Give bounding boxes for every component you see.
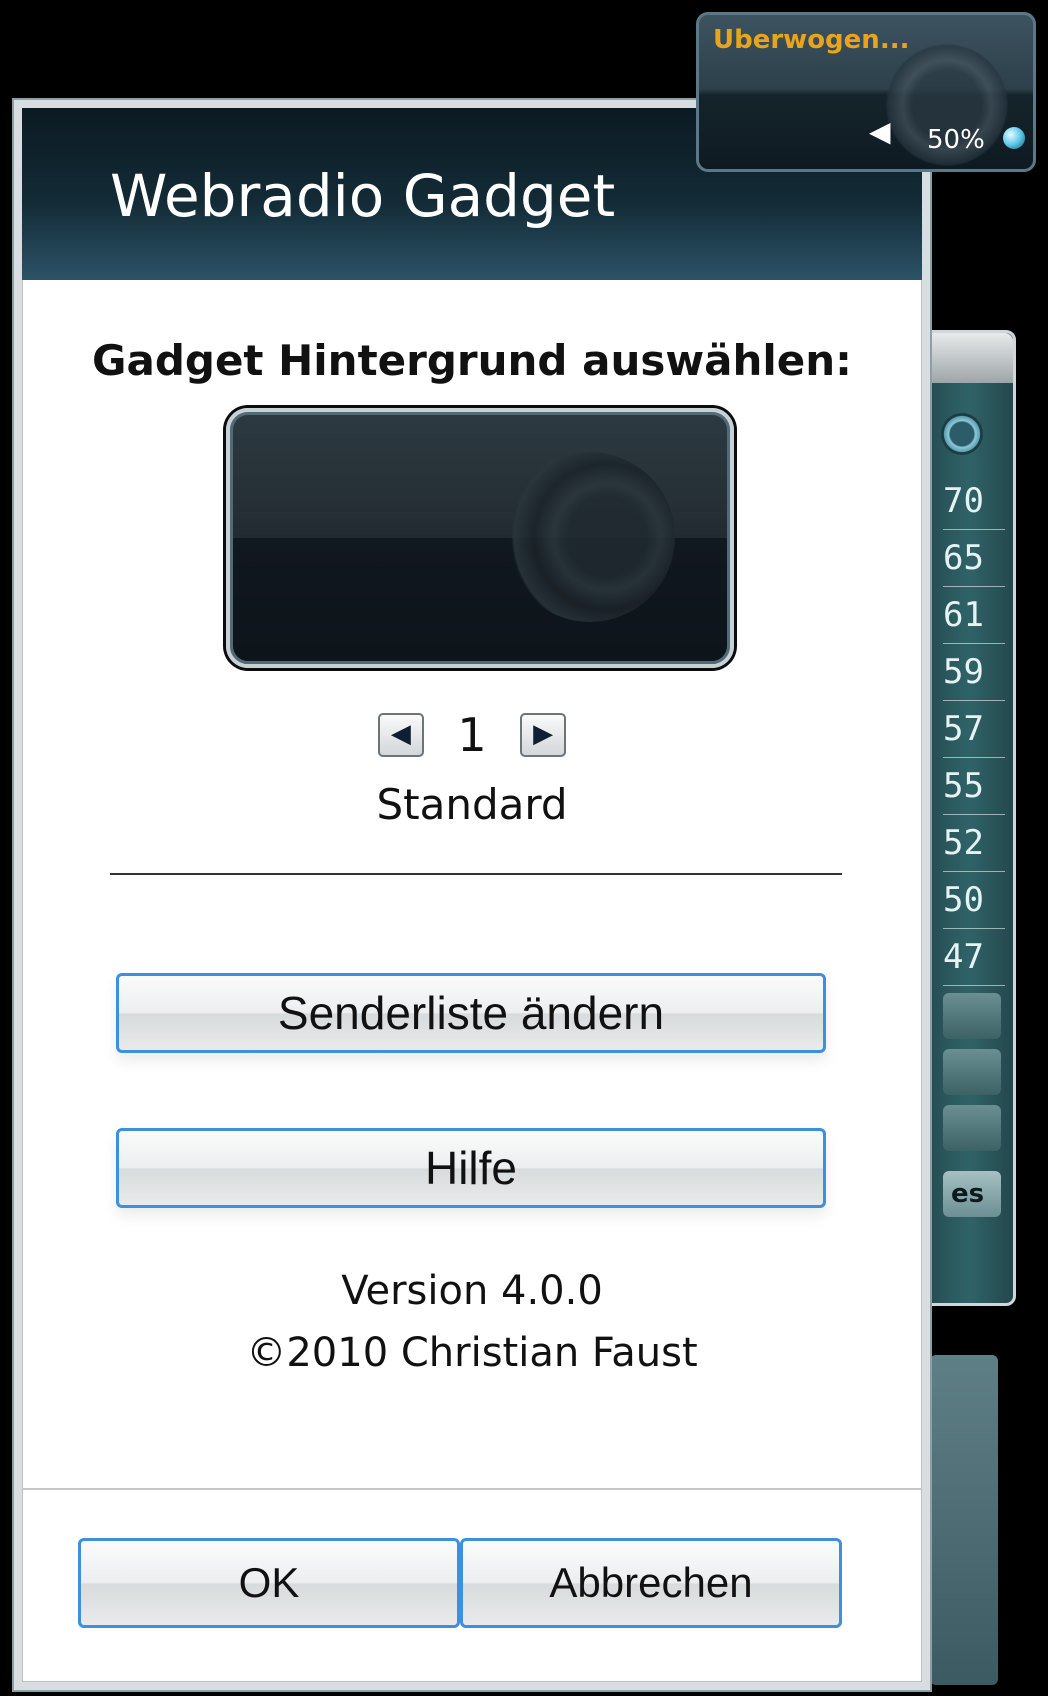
status-led-icon [1003, 127, 1025, 149]
list-item[interactable]: 61 [943, 587, 1005, 644]
cancel-button[interactable]: Abbrechen [460, 1538, 842, 1628]
dialog-title: Webradio Gadget [110, 162, 616, 230]
list-item[interactable]: 65 [943, 530, 1005, 587]
mini-radio-gadget[interactable]: Uberwogen... ◀ 50% [696, 12, 1036, 172]
list-item[interactable]: 55 [943, 758, 1005, 815]
list-item[interactable]: 70 [943, 473, 1005, 530]
side-button-partial[interactable]: es [943, 1171, 1001, 1217]
copyright-text: ©2010 Christian Faust [246, 1330, 698, 1376]
background-heading: Gadget Hintergrund auswählen: [92, 336, 852, 385]
footer-divider [22, 1488, 922, 1490]
list-item[interactable]: 50 [943, 872, 1005, 929]
list-item[interactable]: 59 [943, 644, 1005, 701]
list-item[interactable]: 47 [943, 929, 1005, 986]
background-index: 1 [457, 708, 487, 762]
settings-dialog: Webradio Gadget Gadget Hintergrund auswä… [14, 100, 930, 1690]
next-background-button[interactable]: ▶ [520, 713, 567, 757]
help-button[interactable]: Hilfe [116, 1128, 826, 1208]
background-name: Standard [376, 780, 568, 829]
speaker-icon [505, 452, 675, 622]
background-selector: ◀ 1 ▶ [22, 708, 922, 762]
version-text: Version 4.0.0 [341, 1268, 603, 1314]
lower-gadget [930, 1355, 998, 1685]
background-preview [226, 408, 734, 668]
volume-level: 50% [927, 125, 985, 155]
ok-button[interactable]: OK [78, 1538, 460, 1628]
station-name: Uberwogen... [713, 25, 910, 55]
side-button[interactable] [943, 1105, 1001, 1151]
previous-background-button[interactable]: ◀ [377, 713, 424, 757]
divider [110, 873, 842, 875]
side-button[interactable] [943, 993, 1001, 1039]
refresh-icon[interactable] [941, 413, 983, 455]
side-button[interactable] [943, 1049, 1001, 1095]
edit-stations-button[interactable]: Senderliste ändern [116, 973, 826, 1053]
list-item[interactable]: 57 [943, 701, 1005, 758]
volume-icon[interactable]: ◀ [869, 115, 891, 148]
side-value-list: 70 65 61 59 57 55 52 50 47 [943, 473, 1005, 986]
list-item[interactable]: 52 [943, 815, 1005, 872]
